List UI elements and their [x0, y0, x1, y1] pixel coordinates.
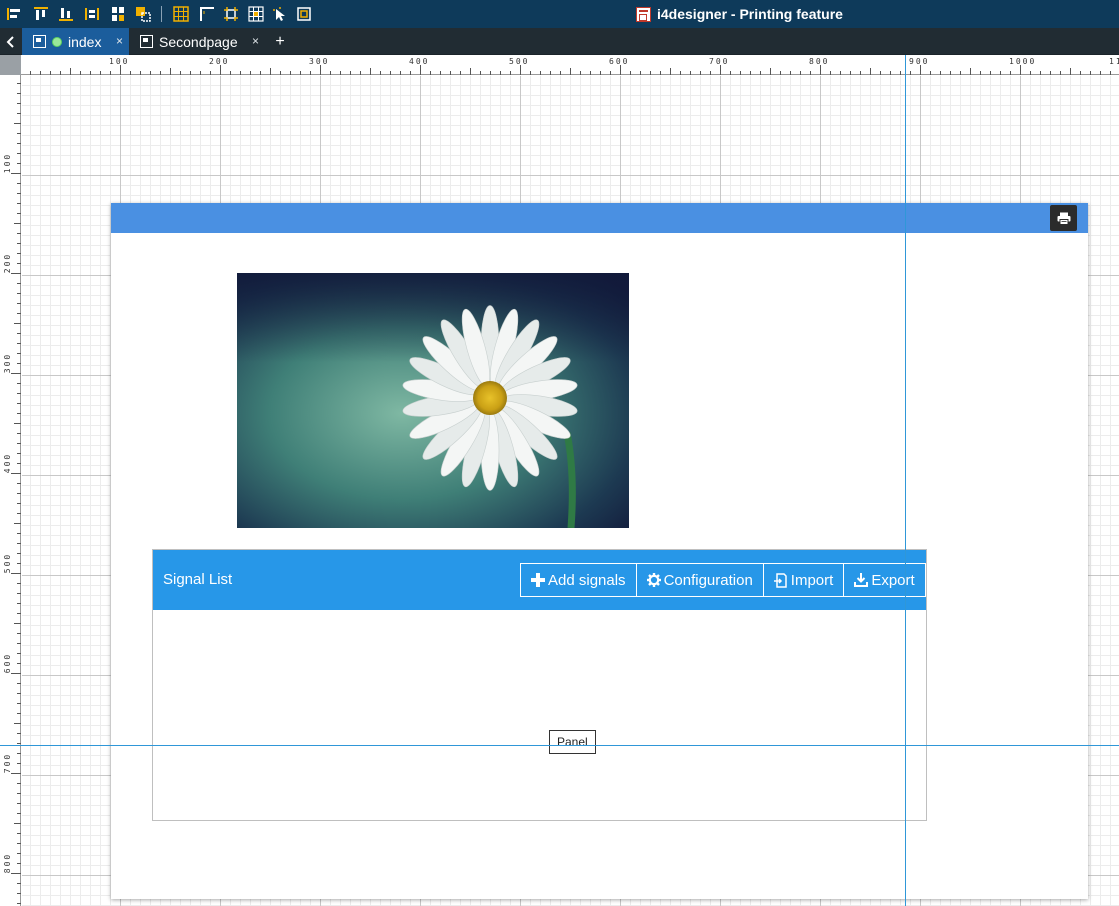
page-icon	[140, 35, 153, 48]
vertical-ruler: 100 200 300 400 500 600 700 800	[0, 75, 21, 906]
tab-label: Secondpage	[159, 33, 238, 50]
select-icon[interactable]	[272, 5, 288, 22]
tab-index[interactable]: index ×	[22, 28, 129, 55]
panel-label[interactable]: Panel	[549, 730, 596, 754]
grid-icon[interactable]	[173, 5, 189, 22]
page-icon	[33, 35, 46, 48]
align-top-icon[interactable]	[33, 5, 49, 22]
tab-close-button[interactable]: ×	[252, 34, 259, 48]
align-bottom-icon[interactable]	[58, 5, 74, 22]
page-header-bar[interactable]	[111, 203, 1088, 233]
ruler-label: 1000	[1009, 57, 1036, 66]
export-button[interactable]: Export	[843, 563, 926, 597]
ruler-label: 200	[209, 57, 229, 66]
gear-icon	[646, 573, 661, 587]
signal-list-header: Signal List Add signals Configuration Im…	[153, 550, 926, 610]
signal-list-title: Signal List	[163, 571, 233, 588]
ruler-label: 600	[3, 653, 12, 673]
ruler-label: 11	[1109, 57, 1119, 66]
ruler-corner	[0, 55, 21, 75]
ruler-label: 100	[109, 57, 129, 66]
tab-secondpage[interactable]: Secondpage ×	[129, 28, 265, 55]
ruler-label: 800	[3, 853, 12, 873]
chevron-left-icon[interactable]	[0, 28, 22, 55]
add-signals-button[interactable]: Add signals	[520, 563, 637, 597]
fit-icon[interactable]	[296, 5, 312, 22]
toolbar-separator	[161, 6, 162, 22]
export-label: Export	[871, 571, 915, 589]
ruler-label: 100	[3, 153, 12, 173]
group-icon[interactable]	[135, 5, 151, 22]
ruler-label: 700	[709, 57, 729, 66]
print-button[interactable]	[1050, 205, 1077, 231]
signal-list-actions: Add signals Configuration Import Export	[520, 563, 926, 597]
design-canvas[interactable]: Signal List Add signals Configuration Im…	[22, 76, 1119, 906]
tab-bar: index × Secondpage × +	[0, 28, 1119, 55]
import-label: Import	[790, 571, 834, 589]
app-title-text: i4designer - Printing feature	[657, 6, 843, 22]
import-icon	[773, 572, 788, 588]
horizontal-ruler: 100 200 300 400 500 600 700 800 900 1000 11	[21, 55, 1119, 75]
app-title: i4designer - Printing feature	[636, 4, 843, 24]
signal-list-widget[interactable]: Signal List Add signals Configuration Im…	[152, 549, 927, 821]
ruler-label: 300	[309, 57, 329, 66]
ruler-label: 800	[809, 57, 829, 66]
configuration-label: Configuration	[663, 571, 753, 589]
ruler-label: 300	[3, 353, 12, 373]
horizontal-guide-line[interactable]	[0, 745, 1119, 746]
add-tab-button[interactable]: +	[269, 28, 291, 55]
vertical-guide-line[interactable]	[905, 55, 906, 906]
ruler-label: 700	[3, 753, 12, 773]
ruler-label: 400	[3, 453, 12, 473]
printer-icon	[1057, 212, 1070, 225]
import-button[interactable]: Import	[762, 563, 845, 597]
daisy-photo[interactable]	[237, 273, 629, 528]
align-left-icon[interactable]	[6, 5, 22, 22]
ruler-label: 200	[3, 253, 12, 273]
ruler-label: 400	[409, 57, 429, 66]
ruler-label: 600	[609, 57, 629, 66]
ruler-label: 900	[909, 57, 929, 66]
ruler-label: 500	[509, 57, 529, 66]
tab-label: index	[68, 33, 102, 50]
snap-icon[interactable]	[223, 5, 239, 22]
ruler-label: 500	[3, 553, 12, 573]
main-toolbar: i4designer - Printing feature	[0, 0, 1119, 28]
status-dot-icon	[52, 36, 62, 47]
distribute-vertical-icon[interactable]	[110, 5, 126, 22]
tab-close-button[interactable]: ×	[116, 34, 123, 48]
app-logo-icon	[636, 6, 651, 22]
grid-snap-icon[interactable]	[248, 5, 264, 22]
corner-icon[interactable]	[199, 5, 215, 22]
download-icon	[854, 573, 869, 587]
configuration-button[interactable]: Configuration	[635, 563, 764, 597]
add-signals-label: Add signals	[548, 571, 626, 589]
distribute-horizontal-icon[interactable]	[84, 5, 100, 22]
plus-icon	[531, 573, 545, 587]
page-surface[interactable]: Signal List Add signals Configuration Im…	[111, 203, 1088, 899]
